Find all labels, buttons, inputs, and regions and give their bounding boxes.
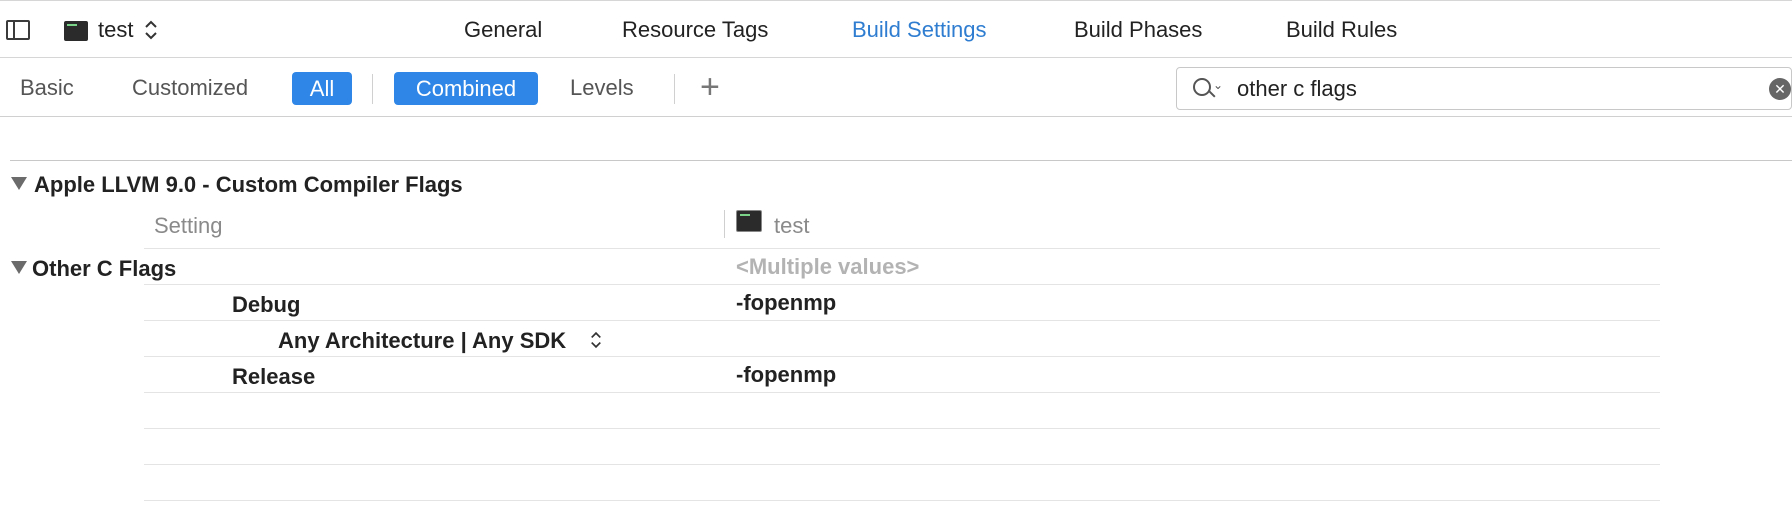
disclosure-triangle-icon[interactable] bbox=[11, 177, 27, 190]
tab-build-phases[interactable]: Build Phases bbox=[1074, 17, 1202, 43]
tab-general[interactable]: General bbox=[464, 17, 542, 43]
row-divider bbox=[144, 500, 1660, 501]
release-value[interactable]: -fopenmp bbox=[736, 362, 836, 388]
chevron-down-icon[interactable]: ⌄ bbox=[1213, 78, 1223, 92]
search-input[interactable] bbox=[1237, 75, 1737, 103]
column-divider bbox=[724, 210, 725, 238]
row-divider bbox=[144, 284, 1660, 285]
column-header-setting: Setting bbox=[154, 213, 223, 238]
view-combined-button[interactable]: Combined bbox=[394, 72, 538, 105]
view-levels-button[interactable]: Levels bbox=[570, 75, 634, 101]
tab-resource-tags[interactable]: Resource Tags bbox=[622, 17, 768, 43]
arch-sdk-label[interactable]: Any Architecture | Any SDK bbox=[278, 328, 566, 354]
row-divider bbox=[144, 356, 1660, 357]
row-divider bbox=[144, 464, 1660, 465]
terminal-target-icon bbox=[64, 21, 88, 41]
row-divider bbox=[144, 248, 1660, 249]
divider bbox=[674, 74, 675, 104]
config-release-label[interactable]: Release bbox=[232, 364, 315, 390]
search-field[interactable]: ⌄ ✕ bbox=[1176, 67, 1792, 110]
row-divider bbox=[144, 428, 1660, 429]
row-divider bbox=[144, 392, 1660, 393]
tab-build-settings[interactable]: Build Settings bbox=[852, 17, 987, 43]
config-debug-label[interactable]: Debug bbox=[232, 292, 300, 318]
setting-value[interactable]: <Multiple values> bbox=[736, 254, 919, 280]
target-selector-label[interactable]: test bbox=[98, 17, 133, 43]
filter-basic-button[interactable]: Basic bbox=[20, 75, 74, 101]
chevron-updown-icon[interactable] bbox=[590, 330, 602, 350]
setting-name[interactable]: Other C Flags bbox=[32, 256, 176, 282]
column-header-target: test bbox=[774, 213, 810, 238]
divider bbox=[10, 160, 1792, 161]
filter-all-button[interactable]: All bbox=[292, 72, 352, 105]
add-icon[interactable]: + bbox=[700, 70, 720, 104]
debug-value[interactable]: -fopenmp bbox=[736, 290, 836, 316]
clear-icon[interactable]: ✕ bbox=[1769, 78, 1791, 100]
filter-customized-button[interactable]: Customized bbox=[132, 75, 248, 101]
chevron-updown-icon[interactable] bbox=[144, 19, 158, 41]
disclosure-triangle-icon[interactable] bbox=[11, 261, 27, 274]
search-icon[interactable] bbox=[1193, 78, 1211, 96]
divider bbox=[372, 74, 373, 104]
row-divider bbox=[144, 320, 1660, 321]
top-tab-bar: test General Resource Tags Build Setting… bbox=[0, 0, 1792, 58]
section-title: Apple LLVM 9.0 - Custom Compiler Flags bbox=[34, 172, 463, 197]
sidebar-toggle-icon[interactable] bbox=[6, 20, 30, 40]
tab-build-rules[interactable]: Build Rules bbox=[1286, 17, 1397, 43]
terminal-target-icon bbox=[736, 210, 762, 232]
